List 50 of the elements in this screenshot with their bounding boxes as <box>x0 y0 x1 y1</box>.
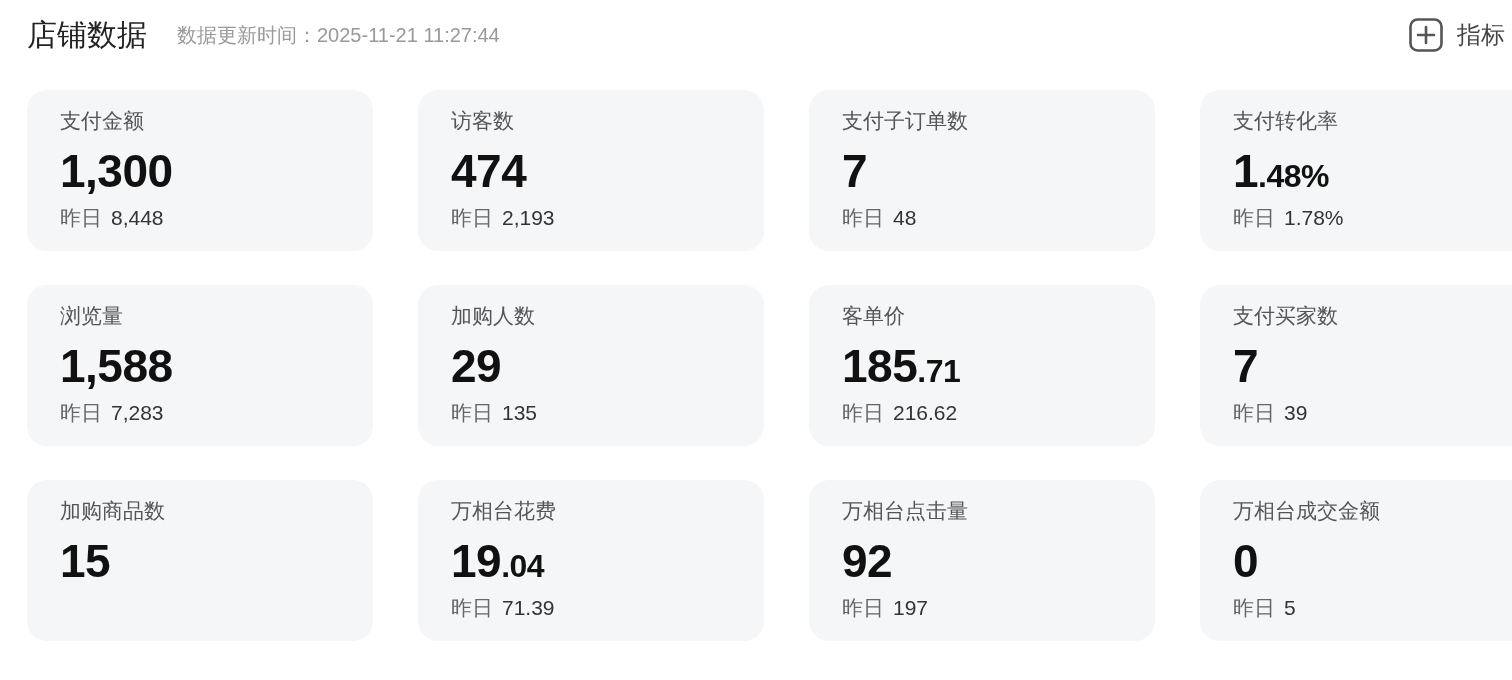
metric-value: 474 <box>451 148 528 195</box>
metric-label: 浏览量 <box>60 303 124 329</box>
page-title: 店铺数据 <box>27 17 147 53</box>
yesterday-label: 昨日 <box>60 400 102 427</box>
yesterday-label: 昨日 <box>842 205 884 232</box>
metric-label: 访客数 <box>451 108 515 134</box>
yesterday-value: 1.78% <box>1284 205 1344 232</box>
metric-label: 支付买家数 <box>1233 303 1339 329</box>
metric-label: 加购人数 <box>451 303 536 329</box>
metric-label: 加购商品数 <box>60 498 166 524</box>
metric-value: 92 <box>842 538 894 585</box>
metric-value: 19.04 <box>451 538 546 585</box>
yesterday-value: 5 <box>1284 595 1296 622</box>
add-metrics-button[interactable]: 指标 <box>1409 18 1505 52</box>
yesterday-value: 7,283 <box>111 400 164 427</box>
metric-value: 7 <box>842 148 869 195</box>
yesterday-value: 135 <box>502 400 538 427</box>
metric-value: 15 <box>60 538 112 585</box>
yesterday-label: 昨日 <box>842 400 884 427</box>
metric-label: 万相台点击量 <box>842 498 969 524</box>
yesterday-label: 昨日 <box>451 205 493 232</box>
metric-label: 支付转化率 <box>1233 108 1339 134</box>
yesterday-label: 昨日 <box>842 595 884 622</box>
yesterday-label: 昨日 <box>451 595 493 622</box>
metric-value: 1.48% <box>1233 148 1331 195</box>
yesterday-value: 48 <box>893 205 917 232</box>
yesterday-label: 昨日 <box>60 205 102 232</box>
yesterday-label: 昨日 <box>1233 400 1275 427</box>
plus-square-icon <box>1409 18 1443 52</box>
update-time: 数据更新时间：2025-11-21 11:27:44 <box>177 23 500 47</box>
metric-value: 7 <box>1233 343 1260 390</box>
metric-value: 1,300 <box>60 148 174 195</box>
metric-label: 万相台成交金额 <box>1233 498 1381 524</box>
metric-label: 支付金额 <box>60 108 145 134</box>
metric-label: 万相台花费 <box>451 498 557 524</box>
metric-value: 1,588 <box>60 343 174 390</box>
metric-label: 客单价 <box>842 303 906 329</box>
yesterday-value: 8,448 <box>111 205 164 232</box>
yesterday-value: 197 <box>893 595 929 622</box>
yesterday-label: 昨日 <box>451 400 493 427</box>
yesterday-value: 216.62 <box>893 400 958 427</box>
metric-value: 185.71 <box>842 343 962 390</box>
metric-value: 29 <box>451 343 503 390</box>
yesterday-label: 昨日 <box>1233 595 1275 622</box>
metric-label: 支付子订单数 <box>842 108 969 134</box>
metric-value: 0 <box>1233 538 1260 585</box>
yesterday-value: 2,193 <box>502 205 555 232</box>
yesterday-value: 39 <box>1284 400 1308 427</box>
yesterday-value: 71.39 <box>502 595 555 622</box>
yesterday-label: 昨日 <box>1233 205 1275 232</box>
